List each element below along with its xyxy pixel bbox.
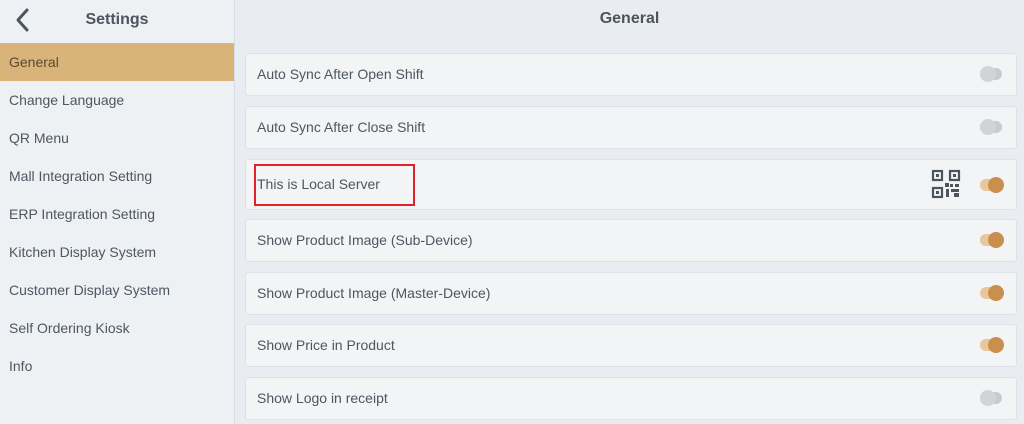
- setting-row-logo-in-receipt: Show Logo in receipt: [245, 377, 1017, 420]
- toggle-knob: [988, 285, 1004, 301]
- page-title: General: [599, 10, 660, 27]
- sidebar-title: Settings: [85, 11, 149, 28]
- settings-screen: Settings General Change Language QR Menu…: [0, 0, 1024, 424]
- qr-code-icon[interactable]: [931, 169, 961, 199]
- toggle-switch[interactable]: [980, 177, 1004, 193]
- highlight-box: [254, 164, 415, 206]
- sidebar-menu: General Change Language QR Menu Mall Int…: [0, 43, 234, 385]
- toggle-switch[interactable]: [980, 285, 1004, 301]
- sidebar-item-customer-display[interactable]: Customer Display System: [0, 271, 234, 309]
- setting-label: Show Product Image (Master-Device): [257, 285, 491, 301]
- toggle-switch[interactable]: [980, 232, 1004, 248]
- toggle-switch[interactable]: [980, 337, 1004, 353]
- sidebar-item-self-ordering-kiosk[interactable]: Self Ordering Kiosk: [0, 309, 234, 347]
- toggle-knob: [988, 177, 1004, 193]
- sidebar-item-change-language[interactable]: Change Language: [0, 81, 234, 119]
- toggle-switch[interactable]: [980, 66, 1002, 82]
- setting-label: Auto Sync After Close Shift: [257, 119, 426, 135]
- sidebar-header: Settings: [0, 0, 234, 40]
- setting-row-product-image-master: Show Product Image (Master-Device): [245, 272, 1017, 315]
- toggle-knob: [980, 119, 996, 135]
- toggle-switch[interactable]: [980, 390, 1002, 406]
- sidebar-item-general[interactable]: General: [0, 43, 234, 81]
- toggle-switch[interactable]: [980, 119, 1002, 135]
- sidebar: Settings General Change Language QR Menu…: [0, 0, 235, 424]
- setting-label: Show Logo in receipt: [257, 390, 388, 406]
- setting-label: Show Product Image (Sub-Device): [257, 232, 473, 248]
- sidebar-item-erp-integration[interactable]: ERP Integration Setting: [0, 195, 234, 233]
- sidebar-item-qr-menu[interactable]: QR Menu: [0, 119, 234, 157]
- toggle-knob: [980, 66, 996, 82]
- setting-row-auto-sync-close: Auto Sync After Close Shift: [245, 106, 1017, 149]
- toggle-knob: [980, 390, 996, 406]
- sidebar-item-mall-integration[interactable]: Mall Integration Setting: [0, 157, 234, 195]
- setting-row-product-image-sub: Show Product Image (Sub-Device): [245, 219, 1017, 262]
- sidebar-item-info[interactable]: Info: [0, 347, 234, 385]
- setting-row-auto-sync-open: Auto Sync After Open Shift: [245, 53, 1017, 96]
- setting-label: Show Price in Product: [257, 337, 395, 353]
- setting-row-price-in-product: Show Price in Product: [245, 324, 1017, 367]
- toggle-knob: [988, 232, 1004, 248]
- toggle-knob: [988, 337, 1004, 353]
- sidebar-item-kitchen-display[interactable]: Kitchen Display System: [0, 233, 234, 271]
- setting-label: Auto Sync After Open Shift: [257, 66, 424, 82]
